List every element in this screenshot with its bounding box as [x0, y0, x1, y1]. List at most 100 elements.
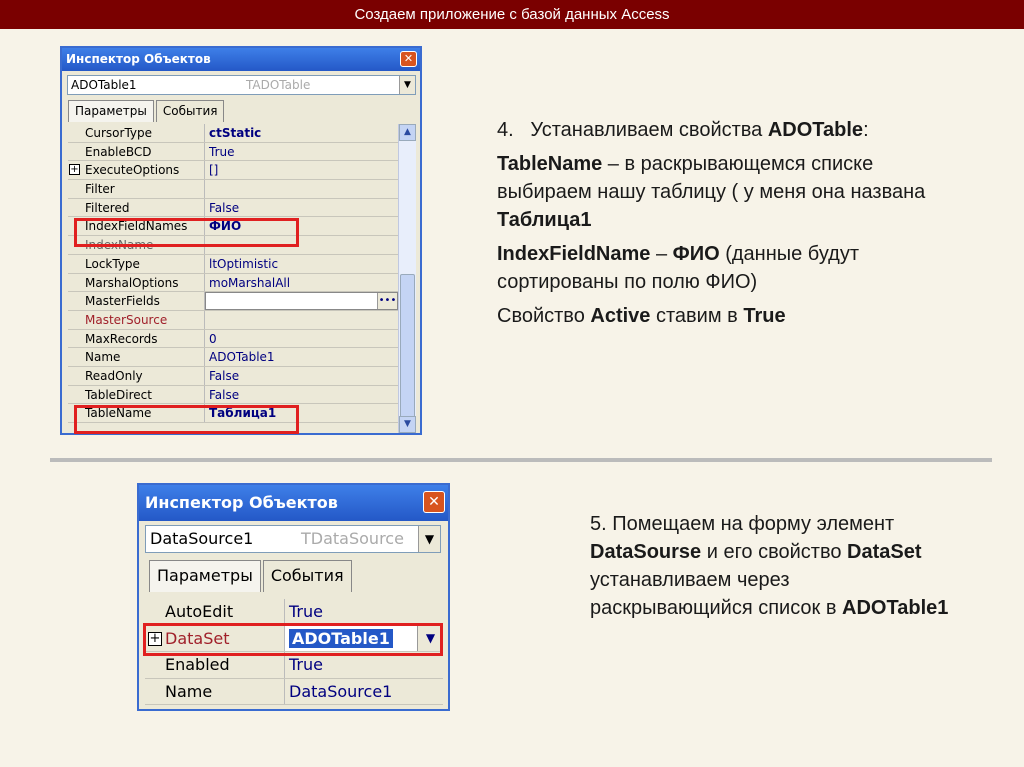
step4-active: Свойство Active ставим в True: [497, 302, 967, 330]
property-value[interactable]: []: [205, 161, 398, 179]
active-text-2: ставим в: [650, 305, 744, 327]
step5-bold-1: DataSourse: [590, 541, 702, 563]
step4-indexfieldname: IndexFieldName – ФИО (данные будут сорти…: [497, 240, 967, 296]
index-label: IndexFieldName: [497, 243, 651, 265]
chevron-down-icon[interactable]: ▼: [418, 526, 440, 552]
property-row[interactable]: Name ADOTable1: [68, 348, 398, 367]
property-value[interactable]: ADOTable1: [205, 348, 398, 366]
section-divider: [50, 458, 992, 462]
step4-intro-bold: ADOTable: [767, 119, 864, 141]
tablename-value: Таблица1: [497, 209, 592, 231]
property-value[interactable]: [205, 311, 398, 329]
property-name: MarshalOptions: [68, 273, 205, 292]
step4-heading: 4. Устанавливаем свойства ADOTable:: [497, 116, 967, 144]
step-number: 4.: [497, 119, 514, 141]
property-row[interactable]: MaxRecords 0: [68, 329, 398, 349]
property-name: LockType: [68, 254, 205, 273]
property-row[interactable]: ReadOnly False: [68, 366, 398, 386]
property-name: Filter: [68, 180, 205, 198]
step4-intro: Устанавливаем свойства: [530, 119, 768, 141]
property-row[interactable]: + ExecuteOptions[]: [68, 161, 398, 181]
step-number: 5.: [590, 513, 607, 535]
property-value[interactable]: moMarshalAll: [205, 274, 398, 292]
property-name: Filtered: [68, 198, 205, 217]
property-value[interactable]: 0: [205, 330, 398, 348]
object-type: TDataSource: [301, 529, 404, 548]
slide-title: Создаем приложение с базой данных Access: [0, 0, 1024, 29]
property-row[interactable]: MasterFields •••: [68, 292, 398, 311]
tab-events[interactable]: События: [155, 100, 225, 122]
property-name: AutoEdit: [145, 599, 285, 625]
tab-parameters[interactable]: Параметры: [149, 560, 261, 592]
property-value[interactable]: True: [205, 143, 398, 161]
property-value[interactable]: False: [205, 386, 398, 404]
step4-tablename: TableName – в раскрывающемся списке выби…: [497, 150, 967, 234]
property-value[interactable]: ctStatic: [205, 124, 398, 142]
close-icon[interactable]: ✕: [423, 491, 445, 513]
property-value[interactable]: •••: [205, 292, 398, 310]
property-row[interactable]: MarshalOptions moMarshalAll: [68, 273, 398, 293]
inspector-tabs: Параметры События: [68, 100, 226, 122]
vertical-scrollbar[interactable]: ▲ ▼: [398, 124, 416, 433]
property-name: ReadOnly: [68, 366, 205, 385]
property-name: MasterFields: [68, 292, 205, 310]
property-name: MaxRecords: [68, 329, 205, 348]
inspector-title: Инспектор Объектов: [66, 52, 211, 66]
property-value[interactable]: [205, 180, 398, 198]
property-value[interactable]: False: [205, 199, 398, 217]
index-dash: –: [650, 243, 673, 265]
property-row[interactable]: AutoEdit True: [145, 599, 443, 626]
highlight-dataset: [143, 623, 443, 656]
property-name: EnableBCD: [68, 142, 205, 161]
property-grid: CursorType ctStatic EnableBCD True + Execut…: [68, 124, 398, 423]
property-value[interactable]: True: [285, 599, 443, 625]
scroll-up-icon[interactable]: ▲: [399, 124, 416, 141]
property-row[interactable]: LockType ltOptimistic: [68, 254, 398, 274]
property-value[interactable]: False: [205, 367, 398, 385]
object-selector-combo[interactable]: ADOTable1 TADOTable ▼: [67, 75, 416, 95]
active-text: Свойство: [497, 305, 591, 327]
tablename-label: TableName: [497, 153, 603, 175]
step5-text-1: Помещаем на форму элемент: [606, 513, 895, 535]
index-value: ФИО: [672, 243, 720, 265]
step5-bold-2: DataSet: [847, 541, 922, 563]
highlight-indexfieldnames: [74, 218, 299, 247]
object-inspector-window-2: Инспектор Объектов ✕ DataSource1 TDataSo…: [137, 483, 450, 711]
object-name: ADOTable1: [71, 78, 137, 92]
tab-events[interactable]: События: [262, 560, 352, 592]
object-selector-combo[interactable]: DataSource1 TDataSource ▼: [145, 525, 441, 553]
step4-instructions: 4. Устанавливаем свойства ADOTable: Tabl…: [497, 116, 967, 336]
property-row[interactable]: TableDirect False: [68, 385, 398, 405]
step5-instructions: 5. Помещаем на форму элемент DataSourse …: [590, 510, 950, 622]
property-name: Name: [145, 678, 285, 704]
close-icon[interactable]: ✕: [400, 51, 417, 67]
expand-plus-icon[interactable]: +: [69, 164, 80, 176]
active-label: Active: [590, 305, 651, 327]
property-row[interactable]: Filter: [68, 180, 398, 199]
step5-bold-3: ADOTable1: [842, 597, 949, 619]
property-name: Name: [68, 348, 205, 366]
ellipsis-icon[interactable]: •••: [377, 293, 397, 309]
property-row[interactable]: EnableBCD True: [68, 142, 398, 162]
inspector-tabs: Параметры События: [149, 560, 354, 592]
highlight-tablename: [74, 405, 299, 434]
property-row[interactable]: MasterSource: [68, 310, 398, 330]
scroll-down-icon[interactable]: ▼: [399, 416, 416, 433]
property-row[interactable]: Name DataSource1: [145, 678, 443, 705]
object-name: DataSource1: [150, 529, 254, 548]
property-row[interactable]: Filtered False: [68, 198, 398, 218]
property-name: MasterSource: [68, 310, 205, 329]
property-name: ExecuteOptions: [68, 161, 205, 180]
step4-intro-end: :: [863, 119, 869, 141]
inspector-titlebar: Инспектор Объектов ✕: [139, 485, 448, 521]
scroll-thumb[interactable]: [400, 274, 415, 424]
chevron-down-icon[interactable]: ▼: [399, 76, 415, 94]
property-value[interactable]: ltOptimistic: [205, 255, 398, 273]
active-value: True: [743, 305, 786, 327]
property-name: TableDirect: [68, 385, 205, 404]
step5-text-2: и его свойство: [701, 541, 848, 563]
tab-parameters[interactable]: Параметры: [68, 100, 154, 122]
property-value[interactable]: DataSource1: [285, 679, 443, 705]
inspector-title: Инспектор Объектов: [145, 493, 338, 512]
property-row[interactable]: CursorType ctStatic: [68, 124, 398, 143]
